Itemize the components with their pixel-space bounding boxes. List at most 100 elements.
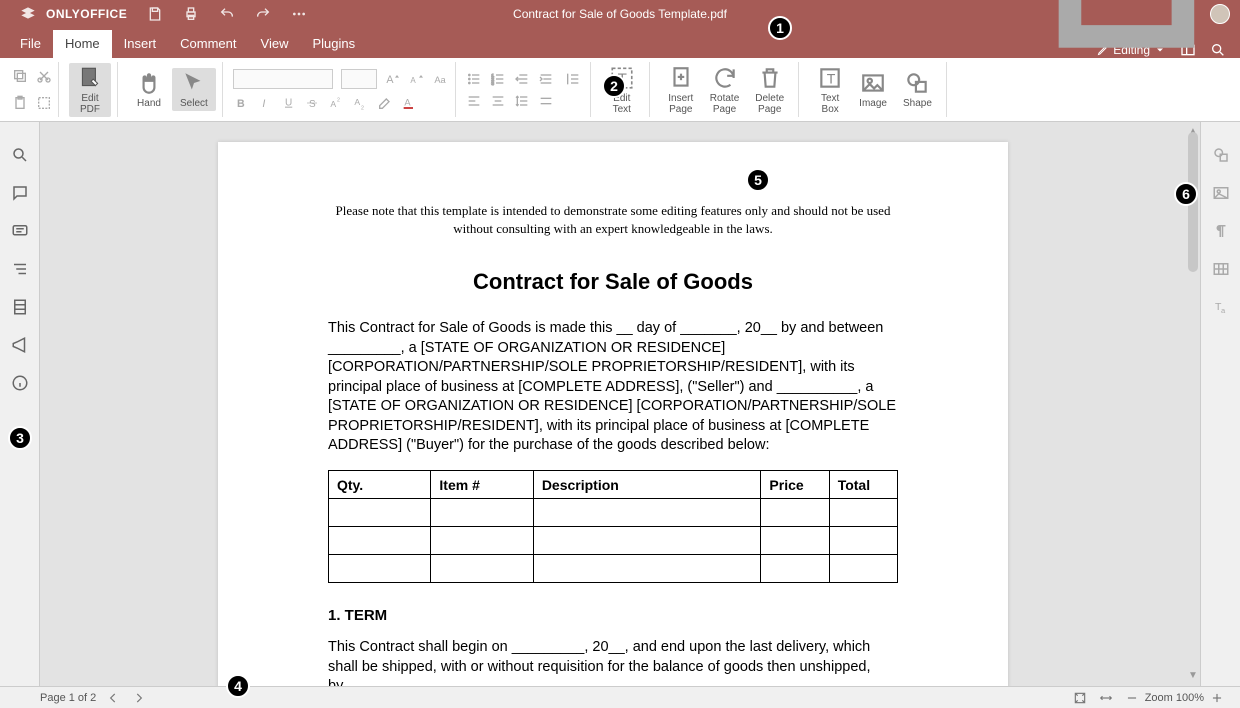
scroll-down-icon[interactable]: ▼ xyxy=(1188,670,1198,682)
vertical-scrollbar[interactable]: ▲ ▼ xyxy=(1188,128,1198,680)
font-grow-icon[interactable]: A xyxy=(385,71,401,87)
svg-text:T: T xyxy=(827,70,836,86)
strike-icon[interactable]: S xyxy=(305,95,321,111)
th-qty: Qty. xyxy=(329,471,431,499)
select-tool-button[interactable]: Select xyxy=(172,68,216,111)
image-button[interactable]: Image xyxy=(851,63,895,117)
indent-right-icon[interactable] xyxy=(562,71,584,87)
callout-1: 1 xyxy=(768,16,792,40)
navigation-icon[interactable] xyxy=(11,260,29,278)
text-box-label: Text Box xyxy=(821,93,839,115)
more-icon[interactable] xyxy=(291,6,307,22)
paragraph-settings-icon[interactable] xyxy=(1212,222,1230,240)
tab-plugins[interactable]: Plugins xyxy=(300,30,367,58)
paste-icon[interactable] xyxy=(12,95,28,111)
svg-text:2: 2 xyxy=(361,105,364,110)
prev-page-icon[interactable] xyxy=(106,691,120,705)
delete-page-button[interactable]: Delete Page xyxy=(747,63,792,117)
feedback-icon[interactable] xyxy=(11,336,29,354)
callout-6: 6 xyxy=(1174,182,1198,206)
tab-view[interactable]: View xyxy=(249,30,301,58)
th-desc: Description xyxy=(533,471,761,499)
svg-text:A: A xyxy=(354,97,360,107)
bold-icon[interactable]: B xyxy=(233,95,249,111)
page-indicator[interactable]: Page 1 of 2 xyxy=(40,692,96,704)
number-list-icon[interactable]: 123 xyxy=(490,71,506,87)
right-panel: Ta xyxy=(1200,122,1240,686)
undo-icon[interactable] xyxy=(219,6,235,22)
edit-pdf-button[interactable]: Edit PDF xyxy=(69,63,111,117)
th-total: Total xyxy=(829,471,897,499)
text-art-settings-icon[interactable]: Ta xyxy=(1212,298,1230,316)
shape-settings-icon[interactable] xyxy=(1212,146,1230,164)
redo-icon[interactable] xyxy=(255,6,271,22)
subscript-icon[interactable]: A2 xyxy=(353,95,369,111)
doc-notice: Please note that this template is intend… xyxy=(328,202,898,237)
tab-file[interactable]: File xyxy=(8,30,53,58)
th-price: Price xyxy=(761,471,829,499)
svg-text:A: A xyxy=(404,97,411,107)
next-page-icon[interactable] xyxy=(132,691,146,705)
chat-icon[interactable] xyxy=(11,222,29,240)
arrange-icon[interactable] xyxy=(957,0,1228,85)
svg-text:A: A xyxy=(386,74,394,86)
th-item: Item # xyxy=(431,471,533,499)
print-icon[interactable] xyxy=(183,6,199,22)
indent-icon[interactable] xyxy=(538,71,554,87)
table-row xyxy=(329,499,898,527)
page[interactable]: Please note that this template is intend… xyxy=(218,142,1008,686)
document-canvas[interactable]: Please note that this template is intend… xyxy=(40,122,1200,686)
delete-page-label: Delete Page xyxy=(755,93,784,115)
document-title: Contract for Sale of Goods Template.pdf xyxy=(513,7,727,21)
font-color-icon[interactable]: A xyxy=(401,95,417,111)
table-settings-icon[interactable] xyxy=(1212,260,1230,278)
svg-text:a: a xyxy=(1221,306,1226,315)
tab-home[interactable]: Home xyxy=(53,30,112,58)
fit-width-icon[interactable] xyxy=(1099,691,1113,705)
goods-table: Qty. Item # Description Price Total xyxy=(328,470,898,583)
cut-icon[interactable] xyxy=(36,68,52,84)
find-icon[interactable] xyxy=(11,146,29,164)
text-box-button[interactable]: T Text Box xyxy=(809,63,851,117)
tab-insert[interactable]: Insert xyxy=(112,30,169,58)
align-left-icon[interactable] xyxy=(466,93,482,109)
font-shrink-icon[interactable]: A xyxy=(409,71,425,87)
thumbnails-icon[interactable] xyxy=(11,298,29,316)
hand-tool-button[interactable]: Hand xyxy=(128,68,170,111)
doc-intro: This Contract for Sale of Goods is made … xyxy=(328,319,898,456)
font-name-select[interactable] xyxy=(233,69,333,89)
copy-icon[interactable] xyxy=(12,68,28,84)
zoom-in-icon[interactable] xyxy=(1210,691,1224,705)
fit-page-icon[interactable] xyxy=(1073,691,1087,705)
outdent-icon[interactable] xyxy=(514,71,530,87)
shape-button[interactable]: Shape xyxy=(895,63,940,117)
svg-text:A: A xyxy=(330,99,336,109)
tab-comment[interactable]: Comment xyxy=(168,30,248,58)
highlight-icon[interactable] xyxy=(377,95,393,111)
image-settings-icon[interactable] xyxy=(1212,184,1230,202)
image-label: Image xyxy=(859,98,887,109)
italic-icon[interactable]: I xyxy=(257,95,273,111)
doc-title: Contract for Sale of Goods xyxy=(328,269,898,295)
insert-page-button[interactable]: Insert Page xyxy=(660,63,702,117)
select-all-icon[interactable] xyxy=(36,95,52,111)
zoom-label[interactable]: Zoom 100% xyxy=(1145,692,1204,704)
bullet-list-icon[interactable] xyxy=(466,71,482,87)
about-icon[interactable] xyxy=(11,374,29,392)
font-size-select[interactable] xyxy=(341,69,377,89)
comments-icon[interactable] xyxy=(11,184,29,202)
svg-text:2: 2 xyxy=(337,97,340,103)
change-case-icon[interactable]: Aa xyxy=(433,71,449,87)
rotate-page-button[interactable]: Rotate Page xyxy=(702,63,747,117)
zoom-out-icon[interactable] xyxy=(1125,691,1139,705)
save-icon[interactable] xyxy=(147,6,163,22)
paragraph-spacing-icon[interactable] xyxy=(538,93,554,109)
table-row xyxy=(329,555,898,583)
callout-4: 4 xyxy=(226,674,250,698)
align-center-icon[interactable] xyxy=(490,93,506,109)
superscript-icon[interactable]: A2 xyxy=(329,95,345,111)
doc-h2-term: 1. TERM xyxy=(328,607,898,624)
underline-icon[interactable]: U xyxy=(281,95,297,111)
line-spacing-icon[interactable] xyxy=(514,93,530,109)
svg-text:3: 3 xyxy=(491,81,494,86)
